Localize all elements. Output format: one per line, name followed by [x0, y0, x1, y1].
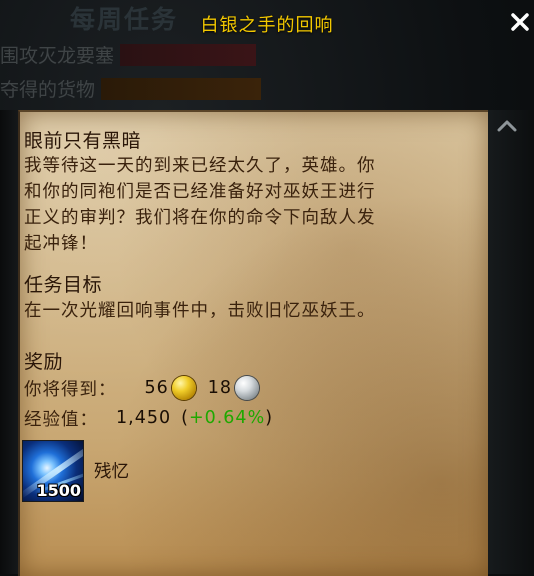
- left-frame-edge: [0, 110, 18, 574]
- scrollbar-track[interactable]: [486, 110, 534, 574]
- gold-coin-icon: [171, 376, 196, 400]
- scroll-up-button[interactable]: [496, 118, 518, 134]
- quest-list-label: 围攻灭龙要塞: [0, 45, 115, 67]
- gold-amount: 56: [144, 378, 169, 398]
- rewards-heading: 奖励: [24, 351, 64, 373]
- quest-list-item[interactable]: 围攻灭龙要塞: [0, 42, 257, 67]
- xp-value: 1,450: [116, 408, 172, 428]
- xp-paren-open: (: [181, 408, 189, 428]
- quest-list-progress-bar: [101, 77, 262, 100]
- quest-list-item[interactable]: 夺得的货物: [0, 76, 262, 101]
- quest-list-label: 夺得的货物: [0, 79, 96, 101]
- title-bar: 每周任务 白银之手的回响: [0, 0, 534, 44]
- description-line: 起冲锋！: [24, 234, 98, 254]
- item-count: 1500: [36, 481, 81, 500]
- objective-heading: 任务目标: [24, 274, 103, 296]
- description-line: 和你的同袍们是否已经准备好对巫妖王进行: [24, 182, 376, 202]
- receive-label: 你将得到：: [24, 379, 117, 400]
- chevron-up-icon: [497, 120, 517, 132]
- xp-reward: 经验值： 1,450 (+0.64%): [24, 405, 273, 431]
- quest-title: 眼前只有黑暗: [24, 130, 142, 152]
- xp-percent-group: (+0.64%): [181, 408, 273, 428]
- silver-coin-icon: [235, 376, 260, 400]
- item-name: 残忆: [94, 462, 129, 482]
- xp-paren-close: ): [265, 408, 274, 428]
- quest-list-progress-bar: [120, 43, 257, 66]
- description-line: 我等待这一天的到来已经太久了，英雄。你: [24, 156, 376, 176]
- description-line: 正义的审判？我们将在你的命令下向敌人发: [24, 208, 376, 228]
- quest-window-title: 白银之手的回响: [200, 15, 334, 36]
- money-reward: 你将得到： 56 18: [24, 375, 260, 401]
- close-icon: [511, 13, 529, 31]
- quest-description: 我等待这一天的到来已经太久了，英雄。你 和你的同袍们是否已经准备好对巫妖王进行 …: [24, 153, 474, 257]
- item-reward-slot[interactable]: 1500: [22, 440, 84, 502]
- close-button[interactable]: [509, 11, 531, 33]
- xp-percent: +0.64%: [188, 408, 266, 428]
- xp-label: 经验值：: [24, 409, 98, 430]
- silver-amount: 18: [207, 378, 233, 398]
- quest-detail-panel: 眼前只有黑暗 我等待这一天的到来已经太久了，英雄。你 和你的同袍们是否已经准备好…: [18, 110, 488, 576]
- objective-text: 在一次光耀回响事件中，击败旧忆巫妖王。: [24, 301, 376, 321]
